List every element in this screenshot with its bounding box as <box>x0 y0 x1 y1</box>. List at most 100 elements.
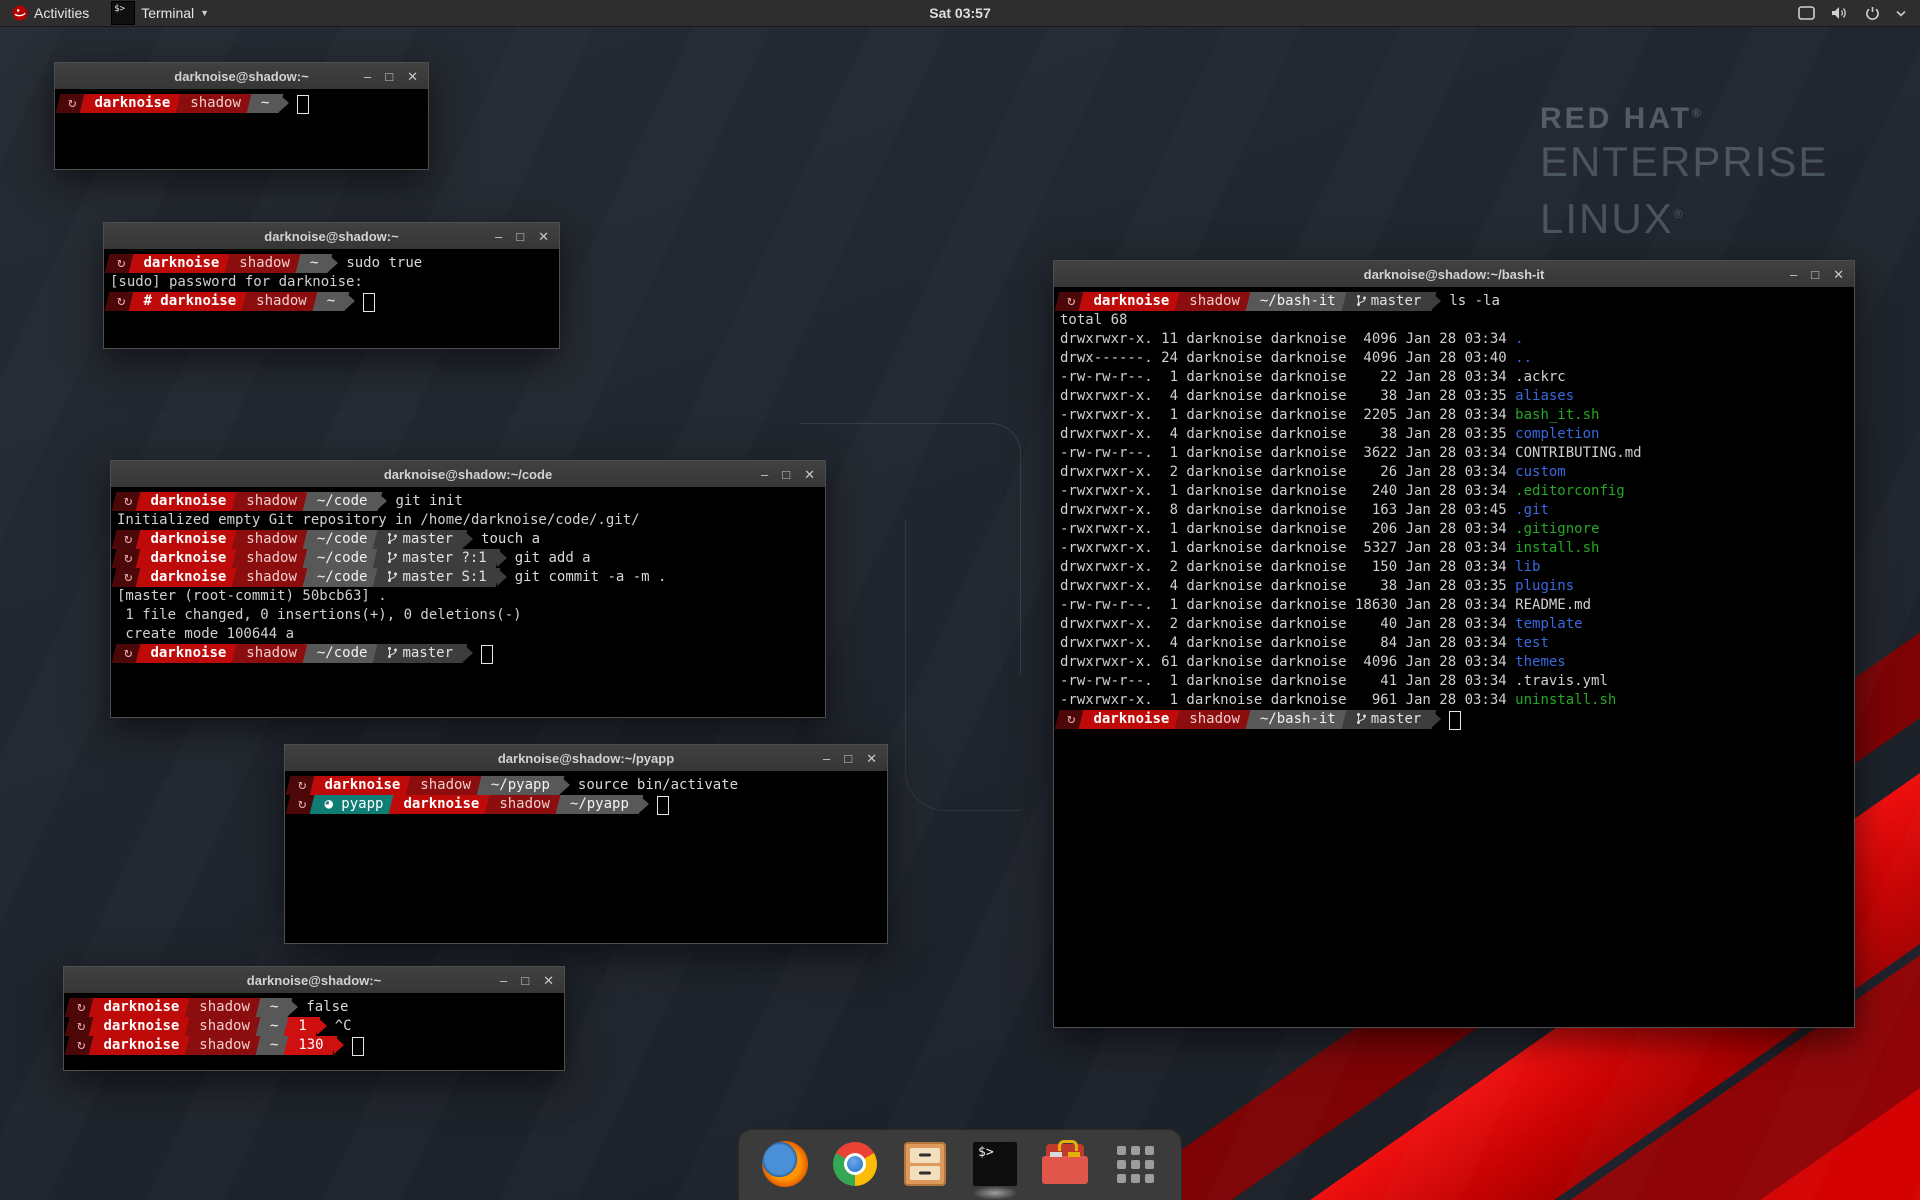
prompt-icon: ↻ <box>117 549 139 568</box>
path-segment: ~ <box>318 292 344 311</box>
volume-icon <box>1831 6 1849 20</box>
terminal-cursor <box>657 796 669 815</box>
terminal-line: drwxrwxr-x. 2 darknoise darknoise 150 Ja… <box>1060 558 1848 577</box>
window-title: darknoise@shadow:~ <box>174 69 308 84</box>
branch-icon <box>1356 294 1367 307</box>
close-button[interactable]: ✕ <box>543 974 554 987</box>
dock-item-app-grid[interactable] <box>1111 1140 1159 1188</box>
host-segment: shadow <box>237 549 306 568</box>
user-segment: darknoise <box>94 1036 188 1055</box>
path-segment: ~/pyapp <box>482 776 559 795</box>
window-titlebar[interactable]: darknoise@shadow:~/pyapp – □ ✕ <box>285 745 887 772</box>
dock-item-files[interactable] <box>901 1140 949 1188</box>
host-segment: shadow <box>1180 292 1249 311</box>
path-segment: ~ <box>261 1036 287 1055</box>
exec-name: uninstall.sh <box>1515 692 1616 708</box>
app-menu-label: Terminal <box>141 5 194 21</box>
terminal-line: ↻darknoiseshadow~/pyappsource bin/activa… <box>291 776 881 795</box>
close-button[interactable]: ✕ <box>1833 268 1844 281</box>
prompt-arrow <box>463 644 473 662</box>
host-segment: shadow <box>1180 710 1249 729</box>
clock[interactable]: Sat 03:57 <box>929 5 990 21</box>
exit-code-segment: 130 <box>289 1036 332 1055</box>
maximize-button[interactable]: □ <box>782 468 790 481</box>
app-menu-button[interactable]: $> Terminal ▼ <box>101 0 219 26</box>
branch-icon <box>387 532 398 545</box>
path-segment: ~/code <box>308 492 377 511</box>
maximize-button[interactable]: □ <box>844 752 852 765</box>
window-title: darknoise@shadow:~/pyapp <box>498 751 674 766</box>
wallpaper-trace <box>905 520 1021 811</box>
file-name: .travis.yml <box>1515 673 1608 689</box>
terminal-line: drwxrwxr-x. 4 darknoise darknoise 38 Jan… <box>1060 425 1848 444</box>
maximize-button[interactable]: □ <box>521 974 529 987</box>
terminal-line: -rwxrwxr-x. 1 darknoise darknoise 961 Ja… <box>1060 691 1848 710</box>
close-button[interactable]: ✕ <box>407 70 418 83</box>
path-segment: ~/code <box>308 568 377 587</box>
output-text: -rwxrwxr-x. 1 darknoise darknoise 240 Ja… <box>1060 483 1515 499</box>
terminal-body[interactable]: ↻darknoiseshadow~/bash-itmasterls -latot… <box>1054 287 1854 1027</box>
terminal-line: -rw-rw-r--. 1 darknoise darknoise 41 Jan… <box>1060 672 1848 691</box>
path-segment: ~/bash-it <box>1251 292 1345 311</box>
terminal-line: drwxrwxr-x. 11 darknoise darknoise 4096 … <box>1060 330 1848 349</box>
window-titlebar[interactable]: darknoise@shadow:~ – □ ✕ <box>55 63 428 90</box>
minimize-button[interactable]: – <box>364 70 371 83</box>
app-grid-icon <box>1117 1146 1154 1183</box>
system-status-area[interactable] <box>1798 6 1920 21</box>
terminal-line: -rwxrwxr-x. 1 darknoise darknoise 5327 J… <box>1060 539 1848 558</box>
minimize-button[interactable]: – <box>761 468 768 481</box>
branch-icon <box>387 570 398 583</box>
window-titlebar[interactable]: darknoise@shadow:~/bash-it –□✕ <box>1054 261 1854 288</box>
host-segment: shadow <box>230 254 299 273</box>
terminal-window: darknoise@shadow:~/code –□✕ ↻darknoisesh… <box>110 460 826 718</box>
activities-button[interactable]: Activities <box>0 0 101 26</box>
dock-item-firefox[interactable] <box>761 1140 809 1188</box>
window-titlebar[interactable]: darknoise@shadow:~ –□✕ <box>64 967 564 994</box>
rhel-branding: RED HAT® ENTERPRISE LINUX® <box>1540 102 1828 245</box>
terminal-line: ↻darknoiseshadow~/codemaster ?:1git add … <box>117 549 819 568</box>
terminal-window: darknoise@shadow:~ – □ ✕ ↻darknoiseshadow~ <box>54 62 429 170</box>
redhat-icon <box>12 5 28 21</box>
minimize-button[interactable]: – <box>500 974 507 987</box>
terminal-body[interactable]: ↻darknoiseshadow~ <box>55 89 428 169</box>
terminal-line: ↻darknoiseshadow~/codemaster S:1git comm… <box>117 568 819 587</box>
terminal-window: darknoise@shadow:~/pyapp – □ ✕ ↻darknoises… <box>284 744 888 944</box>
user-segment: # darknoise <box>134 292 245 311</box>
minimize-button[interactable]: – <box>1790 268 1797 281</box>
terminal-line: ↻darknoiseshadow~ <box>61 94 422 113</box>
branch-icon <box>1356 712 1367 725</box>
terminal-body[interactable]: ↻darknoiseshadow~false↻darknoiseshadow~1… <box>64 993 564 1070</box>
maximize-button[interactable]: □ <box>385 70 393 83</box>
close-button[interactable]: ✕ <box>866 752 877 765</box>
window-titlebar[interactable]: darknoise@shadow:~ –□✕ <box>104 223 559 250</box>
dock-item-terminal[interactable]: $> <box>971 1140 1019 1188</box>
output-text: total 68 <box>1060 312 1127 328</box>
prompt-icon: ↻ <box>117 492 139 511</box>
terminal-line: drwxrwxr-x. 4 darknoise darknoise 84 Jan… <box>1060 634 1848 653</box>
dock-item-toolbox[interactable] <box>1041 1140 1089 1188</box>
window-titlebar[interactable]: darknoise@shadow:~/code –□✕ <box>111 461 825 488</box>
close-button[interactable]: ✕ <box>538 230 549 243</box>
maximize-button[interactable]: □ <box>1811 268 1819 281</box>
output-text: create mode 100644 a <box>117 626 294 642</box>
prompt-arrow <box>334 1036 344 1054</box>
chrome-icon <box>833 1142 877 1186</box>
dir-name: aliases <box>1515 388 1574 404</box>
output-text: -rw-rw-r--. 1 darknoise darknoise 18630 … <box>1060 597 1515 613</box>
terminal-body[interactable]: ↻darknoiseshadow~/codegit initInitialize… <box>111 487 825 717</box>
dir-name: custom <box>1515 464 1566 480</box>
dock-item-chrome[interactable] <box>831 1140 879 1188</box>
terminal-line: ↻◕ pyappdarknoiseshadow~/pyapp <box>291 795 881 814</box>
output-text: -rwxrwxr-x. 1 darknoise darknoise 961 Ja… <box>1060 692 1515 708</box>
display-icon <box>1798 6 1815 20</box>
terminal-line: ↻darknoiseshadow~/codegit init <box>117 492 819 511</box>
minimize-button[interactable]: – <box>495 230 502 243</box>
minimize-button[interactable]: – <box>823 752 830 765</box>
terminal-body[interactable]: ↻darknoiseshadow~/pyappsource bin/activa… <box>285 771 887 943</box>
path-segment: ~ <box>301 254 327 273</box>
terminal-body[interactable]: ↻darknoiseshadow~sudo true[sudo] passwor… <box>104 249 559 348</box>
output-text: -rw-rw-r--. 1 darknoise darknoise 41 Jan… <box>1060 673 1515 689</box>
maximize-button[interactable]: □ <box>516 230 524 243</box>
close-button[interactable]: ✕ <box>804 468 815 481</box>
terminal-line: ↻darknoiseshadow~/codemastertouch a <box>117 530 819 549</box>
